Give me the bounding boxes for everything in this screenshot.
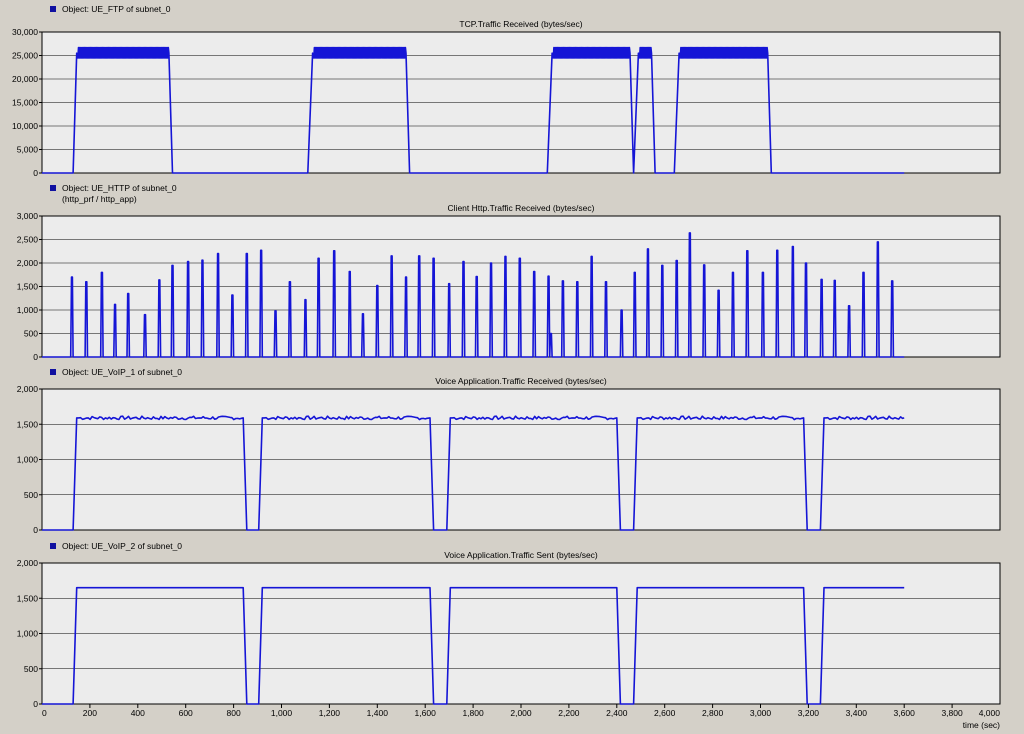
y-tick-label: 15,000	[12, 98, 38, 108]
x-tick-label: 3,000	[750, 708, 772, 718]
y-tick-label: 1,500	[17, 593, 39, 603]
x-tick-label: 2,600	[654, 708, 676, 718]
legend-swatch	[50, 6, 56, 12]
x-tick-label: 1,800	[462, 708, 484, 718]
x-tick-label: 3,200	[798, 708, 820, 718]
y-tick-label: 0	[33, 168, 38, 178]
legend-swatch	[50, 185, 56, 191]
legend-swatch	[50, 543, 56, 549]
x-tick-label: 200	[83, 708, 97, 718]
x-tick-label: 2,800	[702, 708, 724, 718]
x-tick-label: 1,000	[271, 708, 293, 718]
y-tick-label: 20,000	[12, 74, 38, 84]
chart-title: TCP.Traffic Received (bytes/sec)	[459, 19, 582, 29]
chart-panel	[39, 6, 1001, 174]
y-tick-label: 2,500	[17, 235, 39, 245]
x-tick-label: 0	[42, 708, 47, 718]
chart-figure: Object: UE_FTP of subnet_0 TCP.Traffic Re…	[12, 4, 1001, 730]
chart-panel	[39, 369, 1001, 531]
y-tick-label: 2,000	[17, 558, 39, 568]
y-tick-label: 30,000	[12, 27, 38, 37]
x-tick-label: 2,400	[606, 708, 628, 718]
y-tick-label: 10,000	[12, 121, 38, 131]
object-label: Object: UE_VoIP_1 of subnet_0	[62, 367, 182, 377]
y-tick-label: 1,500	[17, 282, 39, 292]
x-tick-label: 800	[227, 708, 241, 718]
y-tick-label: 2,000	[17, 258, 39, 268]
x-tick-label: 1,200	[319, 708, 341, 718]
object-sublabel: (http_prf / http_app)	[62, 194, 137, 204]
x-tick-label: 600	[179, 708, 193, 718]
x-tick-label: 3,800	[941, 708, 963, 718]
y-tick-label: 500	[24, 329, 38, 339]
x-axis-label: time (sec)	[963, 720, 1000, 730]
y-tick-label: 1,000	[17, 629, 39, 639]
chart-title: Voice Application.Traffic Received (byte…	[435, 376, 607, 386]
y-tick-label: 25,000	[12, 51, 38, 61]
x-tick-label: 4,000	[979, 708, 1001, 718]
y-tick-label: 0	[33, 352, 38, 362]
y-tick-label: 2,000	[17, 384, 39, 394]
chart-panel	[39, 543, 1001, 705]
legend-swatch	[50, 369, 56, 375]
x-tick-label: 2,000	[510, 708, 532, 718]
y-tick-label: 500	[24, 664, 38, 674]
y-tick-label: 1,500	[17, 419, 39, 429]
object-label: Object: UE_HTTP of subnet_0	[62, 183, 177, 193]
y-tick-label: 3,000	[17, 211, 39, 221]
object-label: Object: UE_VoIP_2 of subnet_0	[62, 541, 182, 551]
chart-title: Client Http.Traffic Received (bytes/sec)	[448, 203, 595, 213]
y-tick-label: 0	[33, 699, 38, 709]
x-tick-label: 1,400	[367, 708, 389, 718]
y-tick-label: 0	[33, 525, 38, 535]
x-tick-label: 1,600	[415, 708, 437, 718]
x-tick-label: 3,400	[846, 708, 868, 718]
x-tick-label: 2,200	[558, 708, 580, 718]
y-tick-label: 1,000	[17, 305, 39, 315]
x-tick-label: 3,600	[894, 708, 916, 718]
y-tick-label: 5,000	[17, 145, 39, 155]
y-tick-label: 1,000	[17, 455, 39, 465]
object-label: Object: UE_FTP of subnet_0	[62, 4, 171, 14]
chart-title: Voice Application.Traffic Sent (bytes/se…	[444, 550, 598, 560]
x-tick-label: 400	[131, 708, 145, 718]
y-tick-label: 500	[24, 490, 38, 500]
